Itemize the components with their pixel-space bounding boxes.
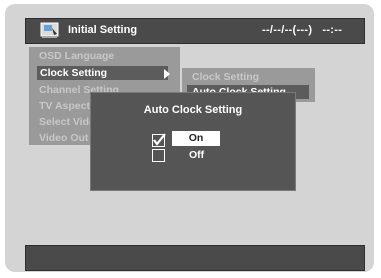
off-checkbox[interactable]: [152, 149, 165, 162]
tv-screen: Initial Setting --/--/--(---) --:-- OSD …: [5, 4, 374, 272]
option-on[interactable]: On: [172, 131, 220, 146]
clock-readout: --/--/--(---) --:--: [262, 24, 343, 36]
dialog-title: Auto Clock Setting: [143, 104, 243, 116]
check-mark-icon: [153, 133, 166, 146]
option-off[interactable]: Off: [189, 149, 204, 161]
setup-icon: [40, 22, 60, 39]
submenu-arrow-icon: [164, 69, 170, 79]
header-bar: Initial Setting --/--/--(---) --:--: [25, 18, 365, 44]
page-title: Initial Setting: [68, 24, 138, 36]
menu-item-clock-setting-manual[interactable]: Clock Setting: [192, 71, 259, 83]
footer-bar: [25, 245, 365, 271]
menu-item-clock-setting[interactable]: Clock Setting: [37, 66, 168, 80]
auto-clock-dialog: Auto Clock Setting On Off: [90, 92, 296, 191]
menu-item-osd-language[interactable]: OSD Language: [39, 50, 114, 62]
on-checkbox[interactable]: [152, 133, 166, 147]
